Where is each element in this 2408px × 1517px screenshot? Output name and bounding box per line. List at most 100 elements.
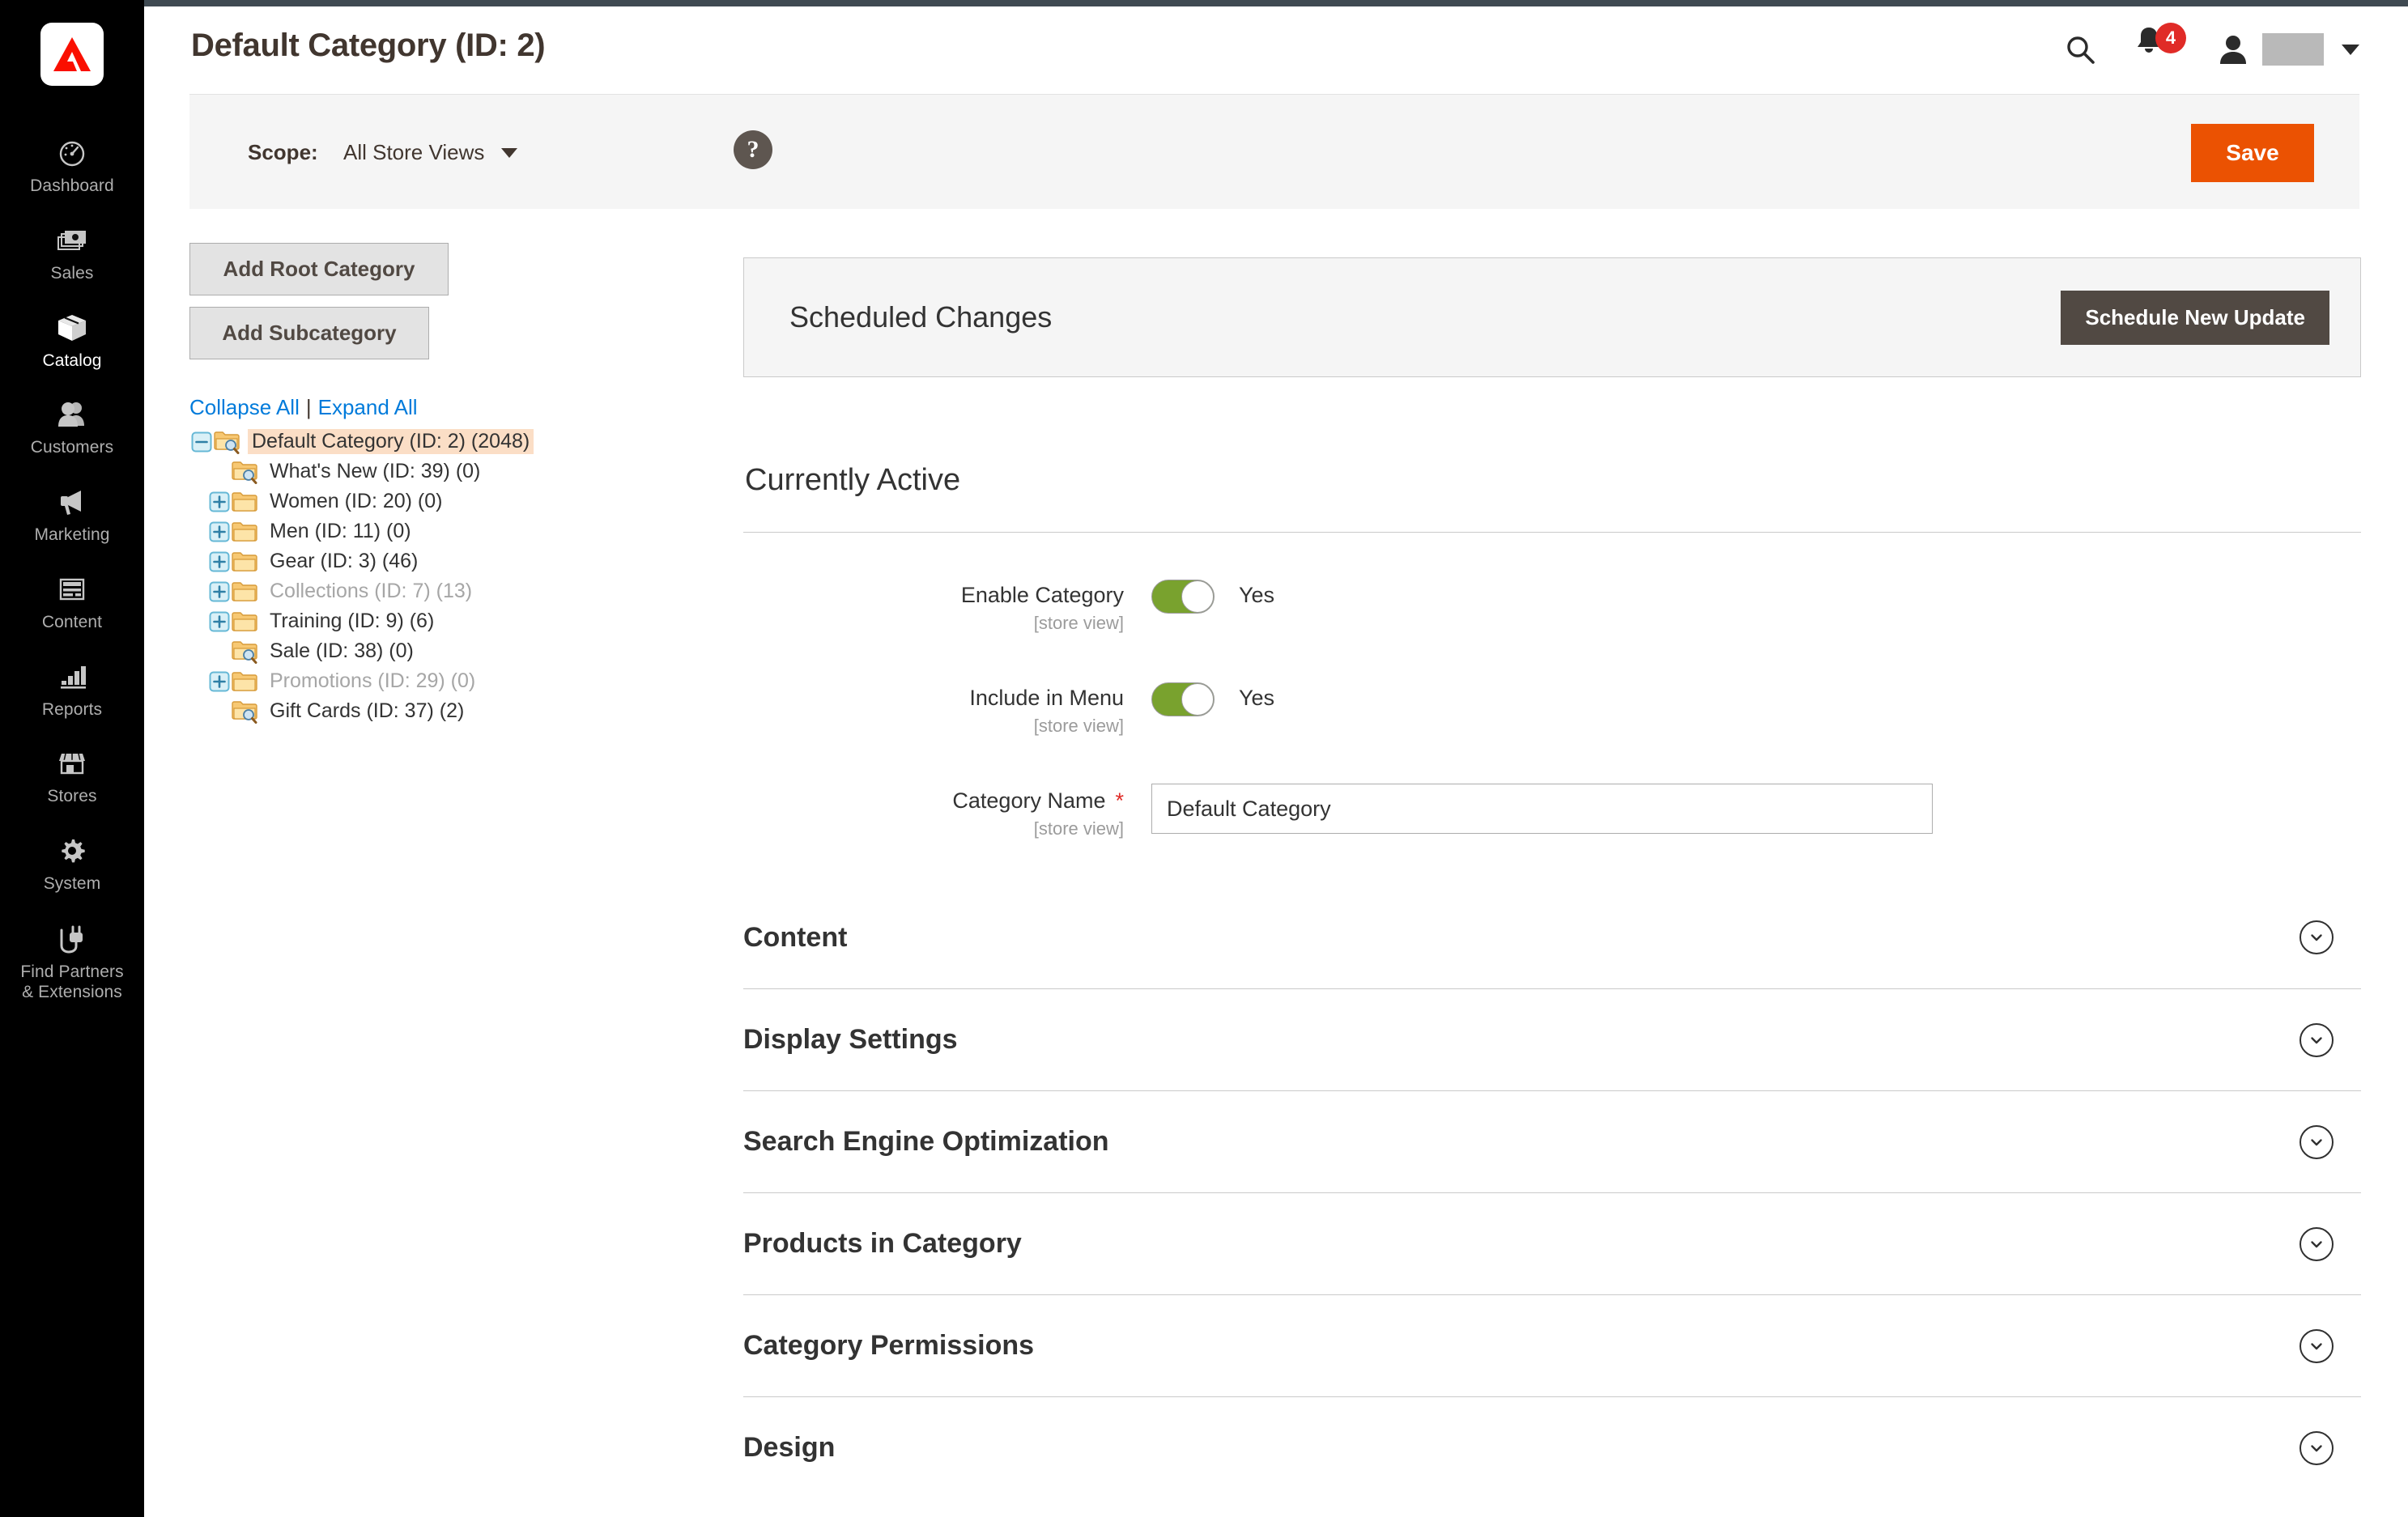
chevron-down-circle-icon[interactable] [2300, 1328, 2334, 1363]
add-subcategory-button[interactable]: Add Subcategory [189, 307, 429, 359]
tree-node[interactable]: Gift Cards (ID: 37) (2) [189, 696, 724, 726]
tree-node[interactable]: Collections (ID: 7) (13) [189, 576, 724, 606]
enable-category-toggle[interactable] [1151, 580, 1215, 614]
search-icon[interactable] [2053, 24, 2107, 74]
tree-node-label: Promotions (ID: 29) (0) [270, 669, 476, 692]
sidebar-item-stores[interactable]: Stores [0, 733, 144, 821]
window-top-strip [0, 0, 2408, 6]
scope-label: Scope: [248, 140, 318, 164]
include-in-menu-label: Include in Menu [969, 686, 1124, 710]
store-view-switcher[interactable]: All Store Views [343, 140, 484, 165]
sidebar-item-dashboard[interactable]: Dashboard [0, 123, 144, 210]
collapse-all-link[interactable]: Collapse All [189, 395, 300, 419]
collapsible-section-title: Category Permissions [743, 1330, 1035, 1361]
chevron-down-circle-icon[interactable] [2300, 920, 2334, 954]
collapsible-section-header[interactable]: Products in Category [743, 1192, 2361, 1294]
tree-node-label: Men (ID: 11) (0) [270, 520, 411, 542]
marketing-megaphone-icon [3, 484, 141, 520]
collapsible-section-header[interactable]: Design [743, 1396, 2361, 1498]
field-label: Include in Menu [store view] [743, 681, 1151, 737]
expand-node-icon[interactable] [207, 580, 232, 604]
folder-icon [232, 521, 259, 543]
sidebar-item-label: Catalog [42, 351, 102, 370]
chevron-down-circle-icon[interactable] [2300, 1124, 2334, 1159]
tree-node-label: Gear (ID: 3) (46) [270, 550, 419, 572]
include-in-menu-toggle[interactable] [1151, 682, 1215, 716]
tree-node-label: Collections (ID: 7) (13) [270, 580, 473, 602]
question-mark-icon[interactable]: ? [734, 130, 772, 169]
tree-node[interactable]: Default Category (ID: 2) (2048) [189, 427, 724, 457]
page-header: Default Category (ID: 2) 4 [144, 6, 2408, 94]
tree-node[interactable]: Gear (ID: 3) (46) [189, 546, 724, 576]
user-avatar-icon [2220, 36, 2246, 64]
field-include-in-menu: Include in Menu [store view] Yes [743, 681, 2361, 737]
collapsible-section-title: Display Settings [743, 1024, 958, 1055]
expand-all-link[interactable]: Expand All [318, 395, 418, 419]
tree-node-spacer [207, 699, 232, 724]
tree-node[interactable]: What's New (ID: 39) (0) [189, 457, 724, 487]
chevron-down-circle-icon[interactable] [2300, 1430, 2334, 1465]
adobe-logo-icon[interactable] [40, 23, 104, 86]
schedule-new-update-button[interactable]: Schedule New Update [2061, 290, 2329, 345]
expand-node-icon[interactable] [207, 550, 232, 574]
account-menu[interactable] [2217, 32, 2359, 67]
required-marker: * [1115, 788, 1124, 813]
folder-search-icon [232, 460, 259, 484]
sidebar-item-find-partners-extensions[interactable]: Find Partners & Extensions [0, 908, 144, 1016]
tree-expand-controls: Collapse All | Expand All [189, 395, 724, 420]
sidebar-item-content[interactable]: Content [0, 559, 144, 647]
sidebar-item-customers[interactable]: Customers [0, 385, 144, 472]
tree-node-spacer [207, 640, 232, 664]
folder-icon [232, 580, 259, 603]
account-name-redacted [2262, 33, 2324, 66]
expand-node-icon[interactable] [207, 610, 232, 634]
collapse-node-icon[interactable] [189, 430, 214, 454]
collapsible-section-header[interactable]: Category Permissions [743, 1294, 2361, 1396]
sidebar-item-label: Reports [41, 699, 103, 719]
folder-icon [232, 550, 259, 573]
sidebar-item-catalog[interactable]: Catalog [0, 298, 144, 385]
toggle-knob [1181, 683, 1214, 716]
system-gear-icon [3, 833, 141, 869]
chevron-down-circle-icon[interactable] [2300, 1226, 2334, 1261]
tree-node[interactable]: Promotions (ID: 29) (0) [189, 666, 724, 696]
tree-node[interactable]: Men (ID: 11) (0) [189, 516, 724, 546]
tree-node-label: Training (ID: 9) (6) [270, 610, 435, 632]
expand-node-icon[interactable] [207, 490, 232, 514]
page-title: Default Category (ID: 2) [191, 28, 546, 63]
save-button[interactable]: Save [2191, 124, 2314, 182]
notifications-count-badge: 4 [2155, 23, 2186, 53]
tree-node[interactable]: Sale (ID: 38) (0) [189, 636, 724, 666]
tree-node-label: Sale (ID: 38) (0) [270, 640, 414, 662]
tree-node[interactable]: Training (ID: 9) (6) [189, 606, 724, 636]
expand-node-icon[interactable] [207, 520, 232, 544]
admin-page: Dashboard Sales Catalog Customers Market… [0, 0, 2408, 1517]
sidebar-item-reports[interactable]: Reports [0, 647, 144, 734]
collapsible-section-header[interactable]: Search Engine Optimization [743, 1090, 2361, 1192]
category-name-label: Category Name [952, 788, 1106, 813]
collapsible-section-header[interactable]: Display Settings [743, 988, 2361, 1090]
category-name-input[interactable] [1151, 784, 1933, 834]
scope-bar: Scope: All Store Views ? Save [189, 94, 2359, 209]
chevron-down-icon[interactable] [501, 148, 517, 158]
add-root-category-button[interactable]: Add Root Category [189, 243, 449, 295]
collapsible-section-title: Design [743, 1432, 836, 1463]
chevron-down-icon[interactable] [2342, 44, 2359, 55]
dashboard-gauge-icon [3, 135, 141, 171]
folder-icon [232, 610, 259, 633]
tree-node[interactable]: Women (ID: 20) (0) [189, 487, 724, 516]
collapsible-section-header[interactable]: Content [743, 886, 2361, 988]
section-divider [743, 532, 2361, 533]
field-category-name: Category Name * [store view] [743, 784, 2361, 839]
sidebar-item-sales[interactable]: Sales [0, 210, 144, 298]
sidebar-item-label: Sales [50, 263, 94, 283]
collapsible-section-title: Products in Category [743, 1228, 1022, 1259]
folder-search-icon [232, 640, 259, 664]
scheduled-changes-panel: Scheduled Changes Schedule New Update [743, 257, 2361, 377]
sidebar-item-marketing[interactable]: Marketing [0, 472, 144, 559]
chevron-down-circle-icon[interactable] [2300, 1022, 2334, 1057]
sidebar-item-system[interactable]: System [0, 821, 144, 908]
expand-node-icon[interactable] [207, 669, 232, 694]
notifications-button[interactable]: 4 [2131, 23, 2186, 74]
sidebar-item-label-line2: & Extensions [22, 983, 122, 1002]
